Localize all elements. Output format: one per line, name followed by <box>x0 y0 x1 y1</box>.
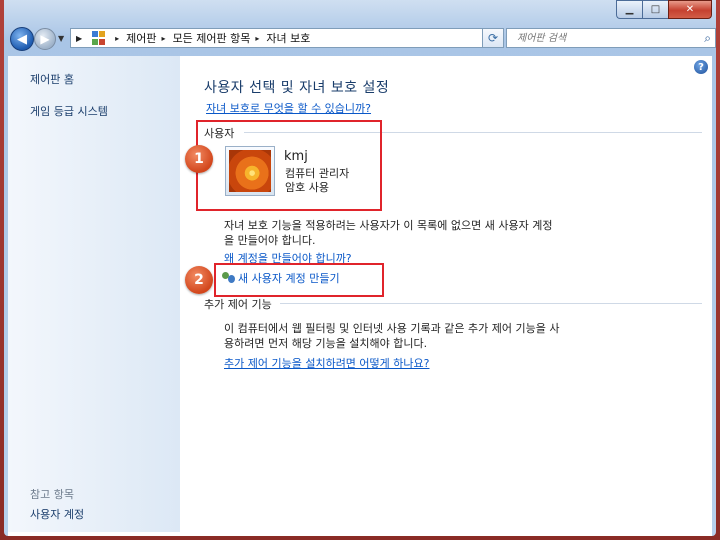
search-icon[interactable]: ⌕ <box>704 31 711 46</box>
highlight-box-create <box>214 263 384 297</box>
step-badge-2: 2 <box>185 266 213 294</box>
breadcrumb-parental-controls[interactable]: 자녀 보호 <box>266 30 310 46</box>
breadcrumb-item[interactable]: ▸ 자녀 보호 <box>250 30 310 46</box>
extra-info-line1: 이 컴퓨터에서 웹 필터링 및 인터넷 사용 기록과 같은 추가 제어 기능을 … <box>224 322 560 335</box>
forward-button[interactable]: ▶ <box>34 28 56 50</box>
caption-buttons: ▁ □ ✕ <box>616 0 712 19</box>
breadcrumb-item[interactable]: ▸ 제어판 <box>110 30 156 46</box>
sidebar-item-game-ratings[interactable]: 게임 등급 시스템 <box>30 103 108 119</box>
help-link[interactable]: 자녀 보호로 무엇을 할 수 있습니까? <box>206 102 371 115</box>
chevron-right-icon: ▸ <box>115 33 120 43</box>
maximize-button[interactable]: □ <box>642 0 668 19</box>
arrow-right-icon: ▶ <box>40 32 50 46</box>
search-input[interactable] <box>507 31 699 45</box>
chevron-right-icon[interactable]: ▶ <box>76 34 82 43</box>
users-info-line1: 자녀 보호 기능을 적용하려는 사용자가 이 목록에 없으면 새 사용자 계정 <box>224 219 553 232</box>
refresh-button[interactable]: ⟳ <box>482 28 504 48</box>
users-info-line2: 을 만들어야 합니다. <box>224 234 316 247</box>
minimize-button[interactable]: ▁ <box>616 0 642 19</box>
navigation-bar: ◀ ▶ ▼ ▶ ▸ 제어판 ▸ 모든 제어판 항목 ▸ 자녀 보호 ▼ ⟳ <box>8 26 716 52</box>
chevron-right-icon: ▸ <box>161 33 166 43</box>
page-title: 사용자 선택 및 자녀 보호 설정 <box>204 80 390 96</box>
see-also-heading: 참고 항목 <box>30 488 74 501</box>
highlight-box-user <box>196 120 382 211</box>
sidebar-item-control-panel-home[interactable]: 제어판 홈 <box>30 71 74 87</box>
breadcrumb-control-panel[interactable]: 제어판 <box>126 30 156 46</box>
extra-info-line2: 용하려면 먼저 해당 기능을 설치해야 합니다. <box>224 337 428 350</box>
breadcrumb-item[interactable]: ▸ 모든 제어판 항목 <box>157 30 251 46</box>
section-divider <box>280 303 702 304</box>
install-controls-link[interactable]: 추가 제어 기능을 설치하려면 어떻게 하나요? <box>224 357 429 370</box>
search-box[interactable]: ⌕ <box>506 28 716 48</box>
step-badge-1: 1 <box>185 145 213 173</box>
close-button[interactable]: ✕ <box>668 0 712 19</box>
arrow-left-icon: ◀ <box>17 31 27 47</box>
sidebar-item-user-accounts[interactable]: 사용자 계정 <box>30 506 84 522</box>
sidebar: 제어판 홈 게임 등급 시스템 참고 항목 사용자 계정 <box>8 56 180 532</box>
back-button[interactable]: ◀ <box>10 27 34 51</box>
address-bar[interactable]: ▶ ▸ 제어판 ▸ 모든 제어판 항목 ▸ 자녀 보호 ▼ <box>70 28 498 48</box>
help-icon[interactable]: ? <box>694 60 708 74</box>
chevron-right-icon: ▸ <box>255 33 260 43</box>
recent-pages-dropdown[interactable]: ▼ <box>58 34 64 43</box>
breadcrumb-all-items[interactable]: 모든 제어판 항목 <box>173 30 251 46</box>
refresh-icon: ⟳ <box>487 31 499 45</box>
extra-section-heading: 추가 제어 기능 <box>204 298 272 311</box>
control-panel-icon <box>92 31 108 45</box>
